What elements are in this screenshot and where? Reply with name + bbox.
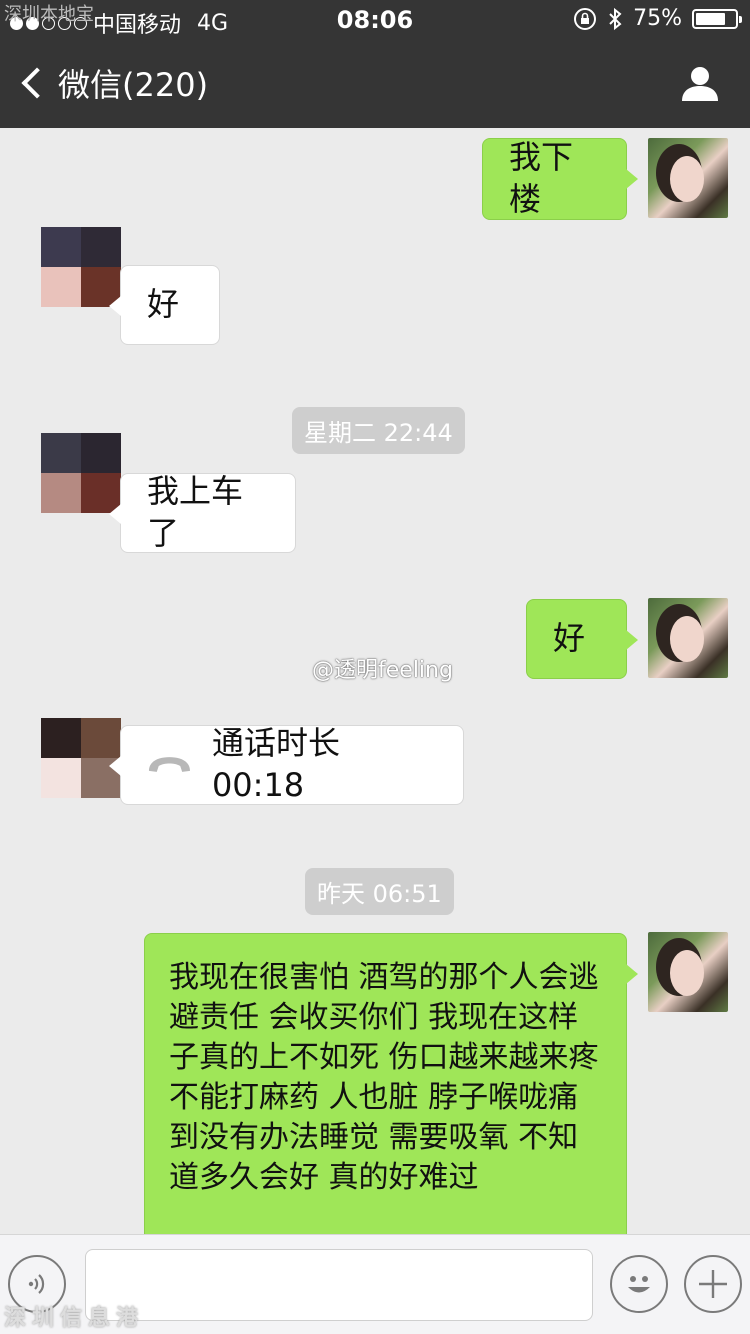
phone-hangup-icon [148, 757, 190, 772]
chat-area[interactable]: 我下楼 好 星期二 22:44 我上车了 好 @透明feeling 通话时长 0… [0, 128, 750, 1234]
battery-percent: 75% [633, 6, 682, 31]
chat-timestamp: 昨天 06:51 [305, 868, 454, 915]
contact-avatar[interactable] [41, 433, 121, 513]
nav-bar: 微信(220) [0, 50, 750, 120]
contact-message-bubble[interactable]: 我上车了 [109, 472, 296, 553]
message-text: 好 [147, 285, 180, 324]
top-bar: 中国移动 4G 08:06 75% 微信(220) [0, 0, 750, 128]
my-avatar[interactable] [648, 138, 728, 218]
message-text: 我下楼 [509, 138, 574, 218]
chat-timestamp: 星期二 22:44 [292, 407, 465, 454]
battery-icon [692, 8, 742, 29]
message-text: 我现在很害怕 酒驾的那个人会逃避责任 会收买你们 我现在这样子真的上不如死 伤口… [169, 960, 599, 1195]
call-record-bubble[interactable]: 通话时长 00:18 [109, 724, 464, 805]
message-input[interactable] [85, 1249, 593, 1321]
my-avatar[interactable] [648, 598, 728, 678]
add-button[interactable] [684, 1255, 742, 1313]
contact-message-bubble[interactable]: 好 [109, 265, 220, 345]
message-text: 我上车了 [147, 472, 244, 552]
corner-watermark: 深圳本地宝 [4, 4, 94, 25]
my-avatar[interactable] [648, 932, 728, 1012]
my-message-bubble[interactable]: 好 [526, 599, 638, 679]
back-button[interactable]: 微信(220) [18, 60, 208, 106]
plus-icon [699, 1270, 727, 1298]
chevron-left-icon [21, 67, 53, 99]
my-message-bubble[interactable]: 我下楼 [482, 138, 638, 220]
status-right: 75% [573, 6, 742, 31]
message-text: 好 [553, 619, 586, 658]
watermark-text: @透明feeling [312, 658, 453, 683]
call-duration-text: 通话时长 00:18 [211, 724, 340, 804]
rotation-lock-icon [574, 7, 597, 30]
voice-icon [28, 1274, 45, 1294]
emoji-icon [628, 1276, 650, 1293]
back-label: 微信(220) [58, 66, 209, 104]
status-bar: 中国移动 4G 08:06 75% [0, 0, 750, 40]
bluetooth-icon [609, 7, 622, 30]
contact-avatar[interactable] [41, 227, 121, 307]
my-message-bubble[interactable]: 我现在很害怕 酒驾的那个人会逃避责任 会收买你们 我现在这样子真的上不如死 伤口… [144, 933, 638, 1234]
profile-icon[interactable] [680, 65, 720, 103]
bottom-watermark: 深圳信息港 [4, 1306, 145, 1331]
emoji-button[interactable] [610, 1255, 668, 1313]
